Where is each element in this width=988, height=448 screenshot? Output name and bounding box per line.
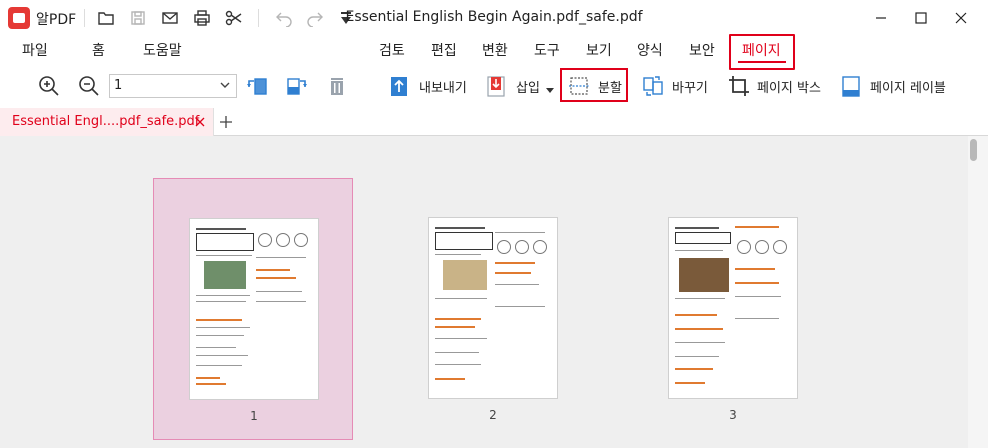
menu-tools[interactable]: 도구: [534, 40, 560, 60]
menu-convert[interactable]: 변환: [482, 40, 508, 60]
dropdown-icon[interactable]: [336, 8, 356, 28]
menu-edit[interactable]: 편집: [431, 40, 457, 60]
delete-icon[interactable]: [326, 75, 348, 97]
page-thumbnail[interactable]: 1: [153, 178, 353, 440]
menu-bar: 파일 홈 도움말 검토 편집 변환 도구 보기 양식 보안 페이지: [0, 36, 988, 66]
page-label-icon[interactable]: [840, 75, 862, 97]
active-menu-highlight: [729, 34, 795, 70]
crop-icon[interactable]: [728, 75, 750, 97]
add-tab-icon[interactable]: [218, 114, 234, 130]
page-thumbnail[interactable]: 2: [393, 178, 593, 440]
zoom-out-icon[interactable]: [78, 75, 100, 97]
menu-view[interactable]: 보기: [586, 40, 612, 60]
document-tab-label: Essential Engl....pdf_safe.pdf: [12, 114, 200, 129]
document-tab-strip: Essential Engl....pdf_safe.pdf: [0, 108, 988, 136]
folder-icon[interactable]: [96, 8, 116, 28]
menu-form[interactable]: 양식: [637, 40, 663, 60]
page-preview: [428, 217, 558, 399]
vertical-scrollbar[interactable]: [968, 136, 988, 448]
page-number-select[interactable]: 1: [109, 74, 237, 98]
replace-label[interactable]: 바꾸기: [672, 77, 708, 96]
page-number-label: 2: [489, 408, 497, 422]
close-icon[interactable]: [938, 0, 984, 36]
scrollbar-thumb[interactable]: [970, 139, 977, 161]
title-bar: 알PDF Essential English Begin Again.pdf_s…: [0, 0, 988, 36]
divider: [84, 9, 85, 27]
tab-close-icon[interactable]: [193, 115, 207, 129]
page-number-label: 1: [250, 409, 258, 423]
menu-file[interactable]: 파일: [22, 40, 48, 60]
insert-label[interactable]: 삽입: [516, 77, 540, 96]
page-number-label: 3: [729, 408, 737, 422]
page-preview: [189, 218, 319, 400]
page-box-label[interactable]: 페이지 박스: [757, 77, 821, 96]
menu-security[interactable]: 보안: [689, 40, 715, 60]
menu-home[interactable]: 홈: [92, 40, 105, 60]
zoom-in-icon[interactable]: [38, 75, 60, 97]
page-toolbar: 1 내보내기 삽입 분할 바꾸기 페이지 박스 페이지 레이블: [0, 66, 988, 108]
undo-icon[interactable]: [274, 8, 294, 28]
page-thumbnail[interactable]: 3: [633, 178, 833, 440]
rotate-right-icon[interactable]: [286, 75, 308, 97]
chevron-down-icon: [220, 82, 230, 88]
scissors-icon[interactable]: [224, 8, 244, 28]
app-logo-icon: [8, 7, 30, 29]
window-title: Essential English Begin Again.pdf_safe.p…: [345, 9, 643, 25]
app-name: 알PDF: [36, 12, 77, 28]
export-label[interactable]: 내보내기: [419, 77, 467, 96]
menu-review[interactable]: 검토: [379, 40, 405, 60]
document-tab[interactable]: Essential Engl....pdf_safe.pdf: [0, 108, 214, 136]
rotate-left-icon[interactable]: [246, 75, 268, 97]
divider: [258, 9, 259, 27]
menu-help[interactable]: 도움말: [143, 40, 182, 60]
page-number-value: 1: [114, 78, 123, 93]
split-highlight: [560, 68, 628, 102]
replace-icon[interactable]: [642, 75, 664, 97]
page-label-label[interactable]: 페이지 레이블: [870, 77, 946, 96]
export-icon[interactable]: [388, 75, 410, 97]
caret-down-icon[interactable]: [546, 88, 554, 93]
redo-icon[interactable]: [305, 8, 325, 28]
print-icon[interactable]: [192, 8, 212, 28]
insert-icon[interactable]: [485, 75, 507, 97]
active-menu-underline: [738, 61, 786, 63]
mail-icon[interactable]: [160, 8, 180, 28]
page-preview: [668, 217, 798, 399]
save-icon[interactable]: [128, 8, 148, 28]
